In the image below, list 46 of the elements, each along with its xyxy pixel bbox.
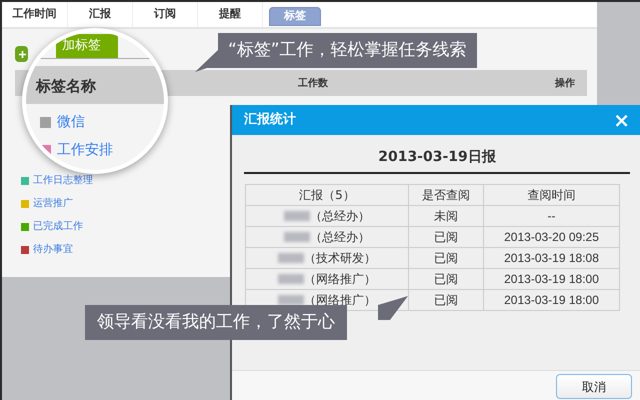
table-cell: 2013-03-19 18:00 (484, 268, 620, 290)
tag-link[interactable]: 已完成工作 (33, 221, 83, 233)
tag-link[interactable]: 工作安排 (57, 140, 113, 160)
table-cell: 已阅 (408, 248, 484, 268)
callout-pointer (378, 296, 408, 320)
callout: 领导看没看我的工作，了然于心 (85, 305, 347, 340)
tab[interactable]: 工作时间 (12, 6, 56, 23)
callout-pointer (195, 50, 219, 72)
blurred-name-icon (278, 295, 304, 305)
table-cell: 2013-03-19 18:00 (484, 290, 620, 310)
tag-link[interactable]: 工作日志整理 (33, 175, 93, 187)
department-text: （技术研发） (304, 250, 376, 267)
tag-link[interactable]: 微信 (57, 112, 85, 132)
table-cell: -- (484, 206, 620, 226)
department-text: （网络推广） (304, 271, 376, 288)
blurred-name-icon (284, 232, 310, 242)
tab[interactable]: 汇报 (89, 6, 111, 23)
column-header: 是否查阅 (408, 184, 484, 206)
blurred-name-icon (284, 211, 310, 221)
report-heading: 2013-03-19日报 (244, 147, 630, 174)
add-button[interactable] (15, 46, 28, 62)
tag-link[interactable]: 运营推广 (33, 198, 73, 210)
dialog-title: 汇报统计 (244, 110, 296, 130)
column-header: 查阅时间 (484, 184, 620, 206)
column-header: 工作数 (298, 76, 328, 91)
tab[interactable]: 订阅 (154, 6, 176, 23)
tab[interactable]: 提醒 (219, 6, 241, 23)
table-cell: 2013-03-19 18:08 (484, 248, 620, 268)
plus-icon (19, 50, 26, 58)
blurred-name-icon (278, 253, 304, 263)
cancel-button[interactable]: 取消 (556, 374, 632, 399)
tag-link[interactable]: 待办事宜 (33, 244, 73, 256)
table-cell: 2013-03-20 09:25 (484, 226, 620, 248)
department-text: （总经办） (310, 208, 370, 225)
close-button[interactable]: × (613, 110, 630, 130)
tab[interactable]: 标签 (269, 7, 321, 26)
table-cell: 已阅 (408, 290, 484, 310)
blurred-name-icon (278, 274, 304, 284)
add-tag-button[interactable]: 加标签 (56, 34, 118, 58)
table-cell: 未阅 (408, 206, 484, 226)
column-header: 标签名称 (36, 76, 96, 97)
department-text: （总经办） (310, 229, 370, 246)
table-cell: 已阅 (408, 268, 484, 290)
table-cell: 已阅 (408, 226, 484, 248)
column-header: 操作 (555, 76, 575, 91)
column-header: 汇报（5） (246, 184, 408, 206)
